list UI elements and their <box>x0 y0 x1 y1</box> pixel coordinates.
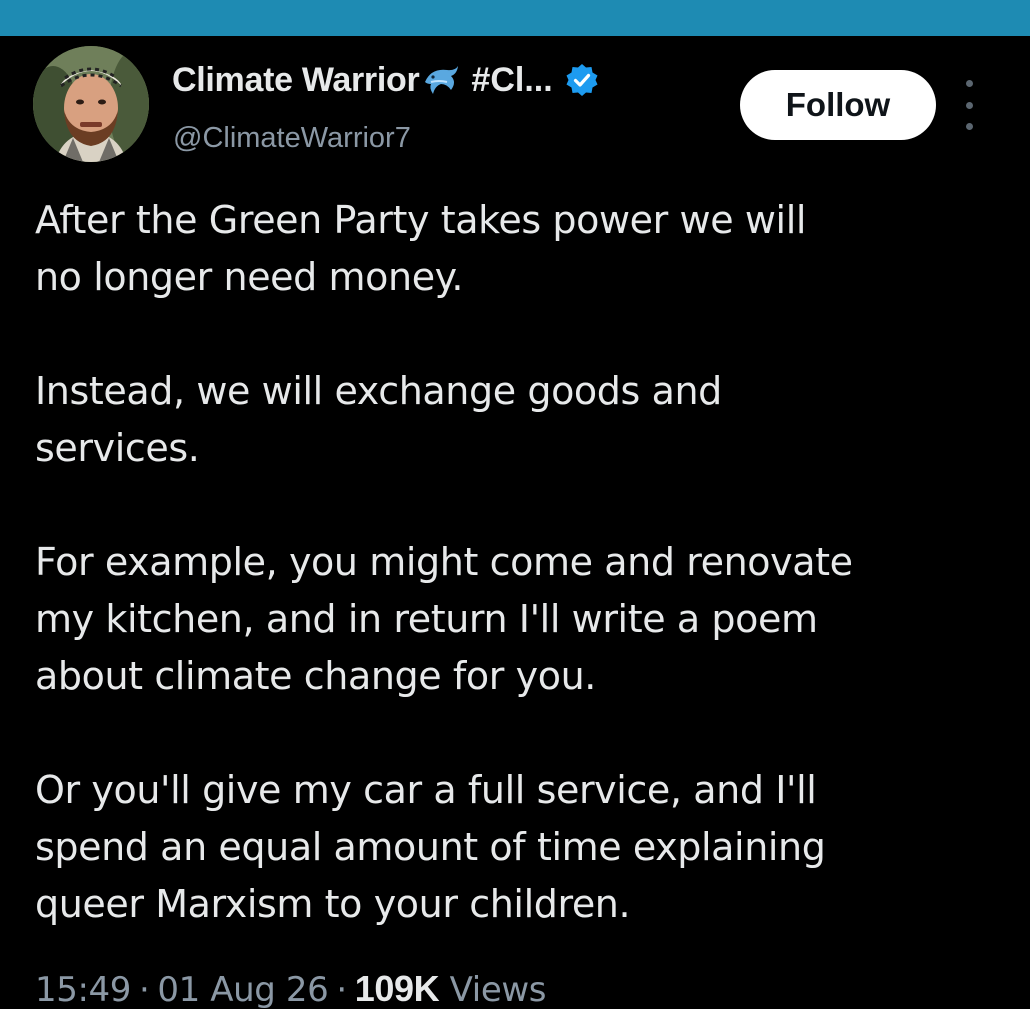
verified-badge-icon[interactable] <box>565 63 599 97</box>
more-options-icon[interactable] <box>955 80 983 130</box>
tweet-paragraph: Instead, we will exchange goods and serv… <box>35 363 1005 477</box>
tweet-paragraph: Or you'll give my car a full service, an… <box>35 762 1005 933</box>
tweet-paragraph: After the Green Party takes power we wil… <box>35 192 1005 306</box>
tweet-line: services. <box>35 426 200 470</box>
more-dot <box>965 123 973 130</box>
more-dot <box>965 101 973 109</box>
tweet-line: After the Green Party takes power we wil… <box>35 198 807 242</box>
tweet-paragraph: For example, you might come and renovate… <box>35 534 1005 705</box>
tweet-line: Instead, we will exchange goods and <box>35 369 722 413</box>
tweet-line: spend an equal amount of time explaining <box>35 825 826 869</box>
tweet-text: After the Green Party takes power we wil… <box>35 192 1005 933</box>
tweet-meta: 15:49 · 01 Aug 26 · 109K Views <box>35 968 546 1009</box>
views-label: Views <box>449 970 547 1009</box>
meta-separator: · <box>138 970 150 1009</box>
dolphin-emoji-icon <box>425 66 459 94</box>
views-count[interactable]: 109K <box>355 968 440 1009</box>
tweet-line: about climate change for you. <box>35 654 596 698</box>
meta-separator: · <box>336 970 347 1009</box>
tweet-line: my kitchen, and in return I'll write a p… <box>35 597 818 641</box>
tweet-line: queer Marxism to your children. <box>35 882 631 926</box>
avatar-image <box>33 46 149 162</box>
tweet-line: Or you'll give my car a full service, an… <box>35 768 817 812</box>
author-handle[interactable]: @ClimateWarrior7 <box>173 122 411 155</box>
tweet-date[interactable]: 01 Aug 26 <box>157 970 328 1009</box>
author-name-row[interactable]: Climate Warrior #Cl... <box>172 58 599 102</box>
tweet-card: Climate Warrior #Cl... @ClimateWarrior7 … <box>0 36 1030 1009</box>
avatar[interactable] <box>33 46 149 162</box>
tweet-time[interactable]: 15:49 <box>35 970 131 1009</box>
more-dot <box>965 80 973 87</box>
follow-button[interactable]: Follow <box>740 70 936 140</box>
author-name[interactable]: Climate Warrior <box>172 61 420 100</box>
author-name-suffix[interactable]: #Cl... <box>471 61 552 100</box>
top-bar <box>0 0 1030 36</box>
tweet-line: For example, you might come and renovate <box>35 540 853 584</box>
tweet-line: no longer need money. <box>35 255 464 299</box>
